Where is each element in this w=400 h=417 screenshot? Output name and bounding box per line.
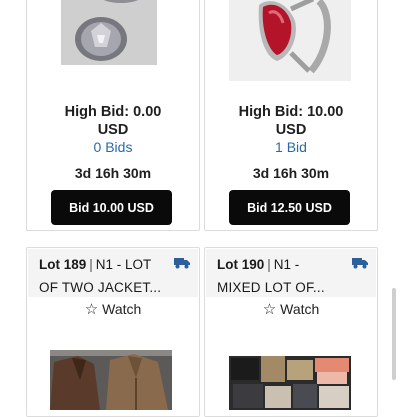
lot-card[interactable]: High Bid: 0.00 USD 0 Bids 3d 16h 30m Bid… [26,0,200,231]
lot-header[interactable]: Lot 189 | N1 - LOT OF TWO JACKET... [28,249,198,297]
lot-title-line2[interactable]: MIXED LOT OF... [217,279,325,297]
star-icon: ☆ [262,301,277,318]
high-bid-label: High Bid: 0.00 [64,104,162,120]
lot-header[interactable]: Lot 190 | N1 - MIXED LOT OF... [206,249,376,297]
lot-card[interactable]: Lot 189 | N1 - LOT OF TWO JACKET... ☆ Watch [26,247,200,417]
lot-title-start: N1 - [273,257,300,272]
high-bid-label: High Bid: 10.00 [238,104,344,120]
lot-title-line1[interactable]: Lot 190 | N1 - [217,256,299,274]
lot-title-line1[interactable]: Lot 189 | N1 - LOT [39,256,151,274]
lot-number: Lot 190 [217,257,265,272]
bid-button[interactable]: Bid 12.50 USD [229,190,350,225]
lot-image-ring[interactable] [229,0,351,81]
star-icon: ☆ [84,301,99,318]
bids-count-link[interactable]: 1 Bid [205,138,377,156]
time-left: 3d 16h 30m [74,165,152,181]
lot-number: Lot 189 [39,257,87,272]
watch-button[interactable]: ☆ Watch [27,300,199,319]
high-bid-currency: USD [275,122,307,138]
bids-count-link[interactable]: 0 Bids [27,138,199,156]
scrollbar[interactable] [392,288,396,380]
watch-button[interactable]: ☆ Watch [205,300,377,319]
lot-image-gemstones[interactable] [61,0,157,65]
watch-label: Watch [280,301,320,317]
high-bid-currency: USD [97,122,129,138]
lot-card[interactable]: Lot 190 | N1 - MIXED LOT OF... ☆ Watch [204,247,378,417]
truck-icon [174,258,190,269]
lot-image-jackets[interactable] [50,350,172,410]
lot-separator: | [267,257,271,272]
lot-card[interactable]: High Bid: 10.00 USD 1 Bid 3d 16h 30m Bid… [204,0,378,231]
bid-button[interactable]: Bid 10.00 USD [51,190,172,225]
lot-title-start: N1 - LOT [95,257,152,272]
watch-label: Watch [102,301,142,317]
truck-icon [352,258,368,269]
lot-separator: | [89,257,93,272]
time-left: 3d 16h 30m [252,165,330,181]
lot-image-clothing[interactable] [229,356,351,410]
lot-title-line2[interactable]: OF TWO JACKET... [39,279,161,297]
